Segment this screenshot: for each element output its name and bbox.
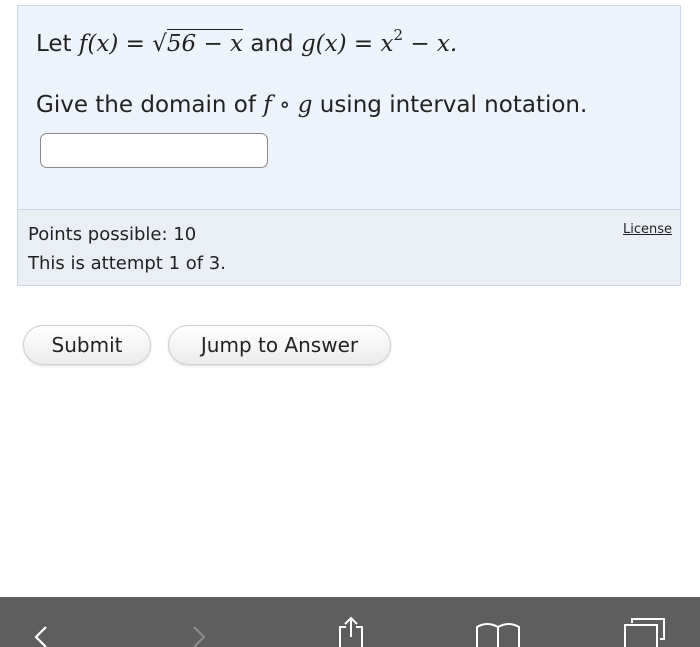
jump-to-answer-button[interactable]: Jump to Answer (168, 325, 391, 365)
radicand: 56 − x (166, 29, 244, 57)
g-symbol: g (297, 92, 313, 118)
attempt-count: This is attempt 1 of 3. (28, 253, 226, 274)
compose-symbol: ∘ (279, 92, 291, 118)
f-definition-lhs: f(x) (78, 31, 119, 57)
prompt-prefix: Give the domain of (36, 92, 256, 118)
f-symbol: f (263, 92, 272, 118)
submit-button[interactable]: Submit (23, 325, 151, 365)
question-prompt: Give the domain of f ∘ g using interval … (36, 92, 587, 118)
g-rest: − x. (403, 31, 458, 57)
sqrt-sign: √ (152, 31, 167, 57)
forward-icon[interactable] (186, 625, 210, 647)
g-base: x (380, 31, 394, 57)
g-exponent: 2 (393, 26, 404, 44)
prompt-suffix: using interval notation. (319, 92, 588, 118)
bookmarks-icon[interactable] (474, 619, 522, 647)
question-statement: Let f(x) = √56 − x and g(x) = x2 − x. (36, 26, 457, 57)
browser-toolbar (0, 597, 700, 647)
back-icon[interactable] (30, 625, 54, 647)
license-link[interactable]: License (623, 222, 672, 237)
equals-sign-2: = (353, 31, 374, 57)
answer-input[interactable] (40, 133, 268, 168)
g-definition-lhs: g(x) (300, 31, 347, 57)
question-panel: Let f(x) = √56 − x and g(x) = x2 − x. Gi… (17, 5, 681, 209)
and-text: and (250, 31, 294, 57)
let-text: Let (36, 31, 72, 57)
equals-sign: = (125, 31, 145, 57)
share-icon[interactable] (334, 615, 368, 647)
points-possible: Points possible: 10 (28, 224, 197, 245)
tabs-icon[interactable] (622, 617, 668, 647)
attempt-info-panel: Points possible: 10 This is attempt 1 of… (17, 209, 681, 286)
